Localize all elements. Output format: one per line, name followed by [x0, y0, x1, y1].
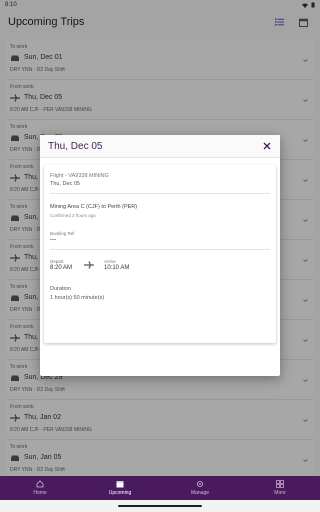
- trip-detail-dialog: Thu, Dec 05 Flight - VA9338 MINING Thu, …: [40, 135, 280, 376]
- nav-label: Manage: [190, 490, 210, 496]
- divider: [50, 249, 270, 250]
- flight-name: Flight - VA9338 MINING: [50, 173, 109, 179]
- home-icon: [36, 480, 44, 488]
- depart-time: 8:20 AM: [50, 265, 73, 271]
- confirmation-status: Confirmed 3 hours ago: [50, 213, 96, 218]
- bottom-navigation: Home Upcoming Manage More: [0, 476, 320, 500]
- home-indicator[interactable]: [118, 505, 202, 507]
- nav-upcoming[interactable]: Upcoming: [80, 476, 160, 500]
- nav-label: Upcoming: [108, 490, 132, 496]
- depart-label: Depart: [50, 259, 64, 264]
- divider: [50, 193, 270, 194]
- plane-icon: [84, 261, 94, 269]
- nav-home[interactable]: Home: [0, 476, 80, 500]
- grid-icon: [276, 480, 284, 488]
- calendar-icon: [116, 481, 124, 488]
- trip-detail-card: Flight - VA9338 MINING Thu, Dec 05 Minin…: [44, 165, 276, 343]
- booking-ref-value: —: [50, 237, 56, 243]
- nav-label: Home: [33, 490, 47, 496]
- nav-label: More: [274, 490, 286, 496]
- booking-ref-label: Booking Ref: [50, 231, 75, 236]
- flight-route: Mining Area C (CJF) to Perth (PER): [50, 204, 138, 210]
- flight-date: Thu, Dec 05: [50, 181, 80, 187]
- dialog-header: Thu, Dec 05: [40, 135, 280, 158]
- nav-more[interactable]: More: [240, 476, 320, 500]
- arrive-label: Arrive: [104, 259, 116, 264]
- duration-label: Duration: [50, 286, 71, 292]
- duration-value: 1 hour(s) 50 minute(s): [50, 295, 105, 301]
- dialog-title: Thu, Dec 05: [48, 140, 103, 152]
- close-icon[interactable]: [262, 141, 272, 151]
- arrive-time: 10:10 AM: [104, 265, 130, 271]
- nav-manage[interactable]: Manage: [160, 476, 240, 500]
- gear-icon: [197, 481, 203, 487]
